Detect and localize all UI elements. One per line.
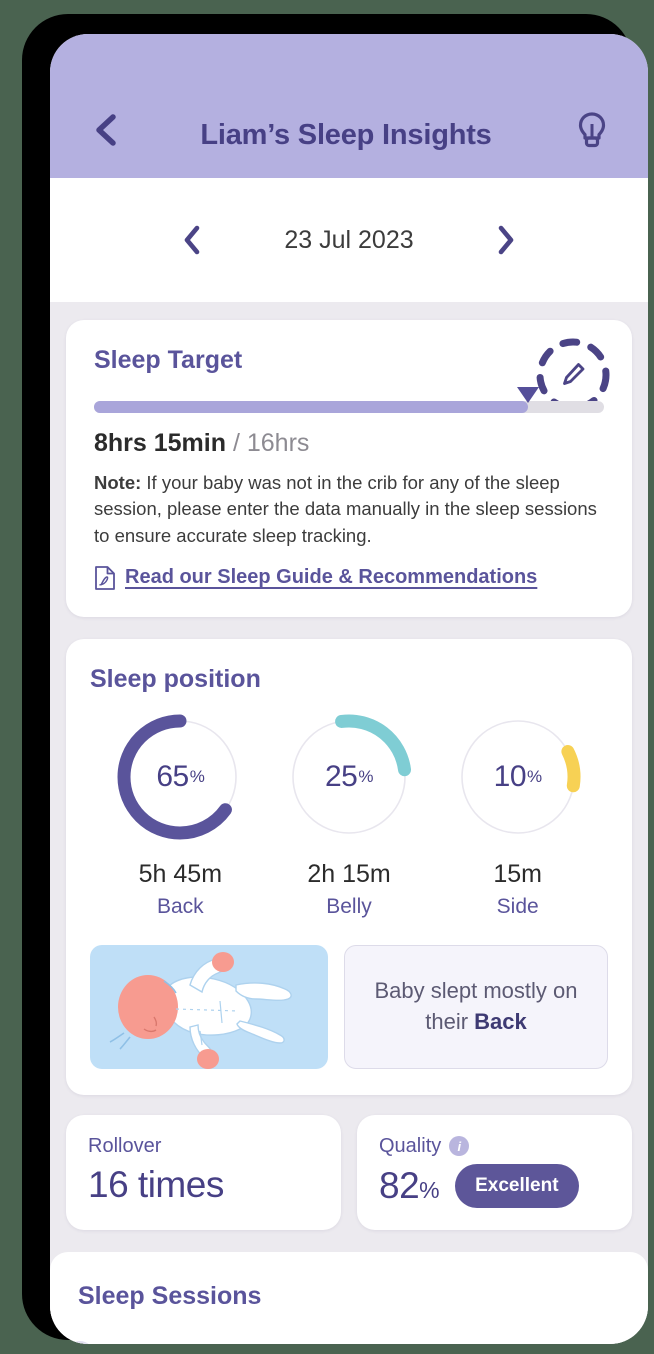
sleep-target-card: Sleep Target 8hrs 15min / 16hrs	[66, 320, 632, 617]
rollover-card: Rollover 16 times	[66, 1115, 341, 1230]
progress-marker-triangle	[517, 387, 539, 403]
donut-percent-symbol: %	[527, 767, 542, 787]
donut-percent-symbol: %	[358, 767, 373, 787]
sleep-sessions-title: Sleep Sessions	[78, 1282, 620, 1311]
phone-screen: Liam’s Sleep Insights 23 Jul 2023	[50, 34, 648, 1344]
sleep-target-title: Sleep Target	[94, 346, 604, 375]
progress-fill	[94, 401, 528, 413]
donut-position-label: Belly	[326, 895, 372, 919]
previous-day-button[interactable]	[164, 212, 220, 268]
donut-ring-belly: 25%	[282, 710, 416, 844]
donut-percent-number: 25	[325, 760, 357, 794]
sleep-guide-link-text: Read our Sleep Guide & Recommendations	[125, 566, 537, 589]
quality-label-row: Quality i	[379, 1135, 610, 1158]
phone-frame: Liam’s Sleep Insights 23 Jul 2023	[22, 14, 632, 1340]
chevron-right-icon	[496, 225, 516, 255]
donut-percent-number: 10	[494, 760, 526, 794]
donut-position-label: Side	[497, 895, 539, 919]
chevron-left-icon	[92, 113, 120, 147]
donut-position-label: Back	[157, 895, 204, 919]
baby-sleeping-on-back-illustration	[90, 945, 328, 1069]
sleep-target-progress	[94, 401, 604, 413]
donut-duration: 15m	[493, 860, 542, 889]
donut-ring-side: 10%	[451, 710, 585, 844]
donut-duration: 2h 15m	[307, 860, 390, 889]
quality-label: Quality	[379, 1135, 441, 1158]
quality-symbol: %	[419, 1177, 439, 1203]
page-title: Liam’s Sleep Insights	[128, 119, 570, 152]
note-text: If your baby was not in the crib for any…	[94, 472, 597, 546]
donut-ring-back: 65%	[113, 710, 247, 844]
pdf-file-icon	[94, 565, 116, 591]
rollover-value: 16 times	[88, 1164, 224, 1206]
sleep-target-current: 8hrs 15min	[94, 429, 226, 457]
donut-percent-label: 65%	[113, 710, 247, 844]
back-button[interactable]	[84, 108, 128, 152]
sleep-guide-link[interactable]: Read our Sleep Guide & Recommendations	[94, 565, 604, 591]
donut-side: 10% 15m Side	[433, 710, 602, 919]
donut-belly: 25% 2h 15m Belly	[265, 710, 434, 919]
donut-back: 65% 5h 45m Back	[96, 710, 265, 919]
baby-illustration-svg	[90, 945, 328, 1069]
next-day-button[interactable]	[478, 212, 534, 268]
main-content: Sleep Target 8hrs 15min / 16hrs	[50, 302, 648, 1344]
session-date: Jul 23, 2023	[110, 1342, 230, 1344]
donut-percent-symbol: %	[190, 767, 205, 787]
info-icon[interactable]: i	[449, 1136, 469, 1156]
date-navigation: 23 Jul 2023	[50, 178, 648, 302]
sleep-position-title: Sleep position	[90, 665, 608, 694]
rollover-value-row: 16 times	[88, 1164, 319, 1206]
sleep-target-goal: 16hrs	[247, 429, 310, 457]
current-date-label: 23 Jul 2023	[220, 226, 478, 255]
sleep-target-separator: /	[226, 429, 247, 457]
lightbulb-icon	[577, 111, 607, 149]
rollover-label: Rollover	[88, 1135, 319, 1158]
stats-row: Rollover 16 times Quality i 82% Excellen…	[66, 1115, 632, 1230]
donut-percent-label: 25%	[282, 710, 416, 844]
quality-value-row: 82% Excellent	[379, 1164, 610, 1208]
sleep-target-values: 8hrs 15min / 16hrs	[94, 429, 604, 458]
quality-card: Quality i 82% Excellent	[357, 1115, 632, 1230]
sleep-position-donut-chart: 65% 5h 45m Back 25% 2h 15m Belly 10% 15m Side	[90, 710, 608, 919]
sleep-position-summary-text: Baby slept mostly on their Back	[344, 945, 608, 1069]
insights-tip-button[interactable]	[570, 108, 614, 152]
note-label: Note:	[94, 472, 141, 493]
quality-number: 82	[379, 1165, 419, 1206]
list-item[interactable]: Jul 23, 2023	[66, 1341, 620, 1344]
app-bar: Liam’s Sleep Insights	[50, 34, 648, 178]
sleep-target-note: Note: If your baby was not in the crib f…	[94, 470, 604, 549]
donut-duration: 5h 45m	[139, 860, 222, 889]
quality-value: 82%	[379, 1165, 439, 1207]
timeline-dot-icon	[66, 1341, 94, 1344]
quality-status-badge[interactable]: Excellent	[455, 1164, 578, 1208]
summary-highlight: Back	[474, 1009, 527, 1034]
sleep-position-summary-row: Baby slept mostly on their Back	[90, 945, 608, 1069]
sleep-sessions-section: Sleep Sessions Jul 23, 2023	[50, 1252, 648, 1344]
donut-percent-number: 65	[156, 760, 188, 794]
chevron-left-icon	[182, 225, 202, 255]
donut-percent-label: 10%	[451, 710, 585, 844]
sleep-position-card: Sleep position 65% 5h 45m Back 25% 2h 15m Bel…	[66, 639, 632, 1095]
